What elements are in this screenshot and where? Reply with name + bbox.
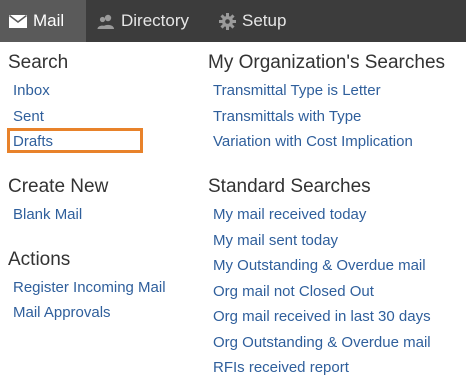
org-search-item[interactable]: Transmittals with Type (213, 108, 361, 125)
standard-search-item[interactable]: My Outstanding & Overdue mail (213, 257, 426, 274)
envelope-icon (9, 14, 27, 28)
org-search-item[interactable]: Variation with Cost Implication (213, 133, 413, 150)
inbox-link[interactable]: Inbox (13, 82, 50, 99)
tab-directory[interactable]: Directory (97, 0, 189, 42)
standard-searches-heading: Standard Searches (208, 176, 371, 197)
standard-search-item[interactable]: RFIs received report (213, 359, 349, 376)
org-searches-heading: My Organization's Searches (208, 52, 446, 73)
standard-search-item[interactable]: My mail sent today (213, 232, 338, 249)
search-heading: Search (8, 52, 69, 73)
sent-link[interactable]: Sent (13, 108, 44, 125)
tab-mail-label: Mail (33, 11, 65, 30)
standard-search-item[interactable]: Org mail not Closed Out (213, 283, 374, 300)
gear-icon (219, 12, 236, 30)
blank-mail-link[interactable]: Blank Mail (13, 206, 82, 223)
drafts-highlight-box (7, 128, 143, 153)
tab-setup[interactable]: Setup (219, 0, 286, 42)
register-incoming-mail-link[interactable]: Register Incoming Mail (13, 279, 166, 296)
actions-heading: Actions (8, 249, 71, 270)
tab-mail[interactable]: Mail (0, 0, 86, 42)
standard-search-item[interactable]: Org Outstanding & Overdue mail (213, 334, 431, 351)
standard-search-item[interactable]: My mail received today (213, 206, 366, 223)
standard-search-item[interactable]: Org mail received in last 30 days (213, 308, 431, 325)
tab-setup-label: Setup (242, 11, 287, 30)
tab-directory-label: Directory (121, 11, 190, 30)
mail-approvals-link[interactable]: Mail Approvals (13, 304, 111, 321)
create-new-heading: Create New (8, 176, 109, 197)
people-icon (97, 14, 115, 29)
org-search-item[interactable]: Transmittal Type is Letter (213, 82, 381, 99)
top-navigation-bar: Mail Directory Setup (0, 0, 466, 42)
